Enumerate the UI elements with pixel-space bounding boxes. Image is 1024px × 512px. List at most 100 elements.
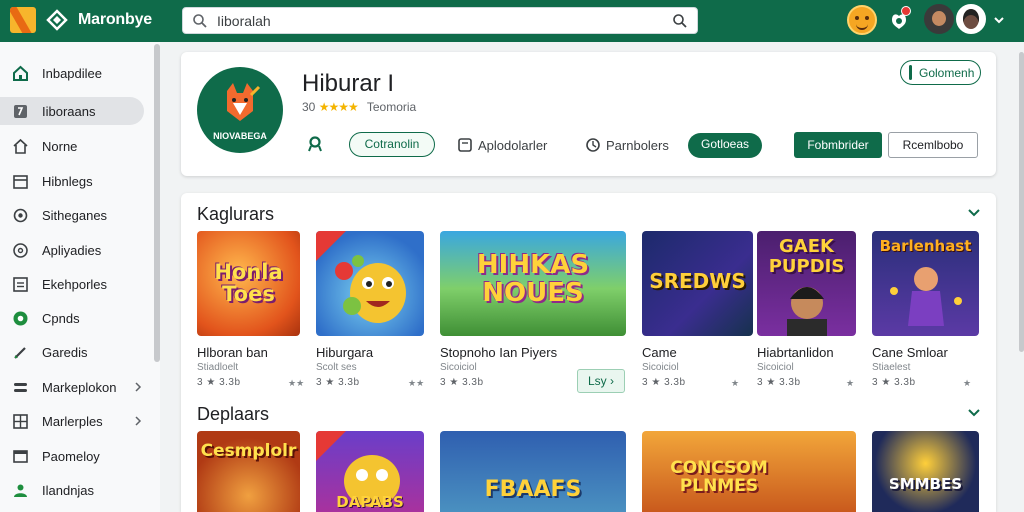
game-tile-art[interactable]: HIHKAS NOUES <box>440 231 626 336</box>
list-icon <box>13 277 28 292</box>
green-circle-icon <box>13 311 28 326</box>
download-icon: ★ <box>963 378 972 388</box>
rating-number: 30 <box>302 100 316 114</box>
game-title[interactable]: Stopnoho Ian Piyers <box>440 345 557 360</box>
game-art-title: SREDWS <box>649 269 746 293</box>
sidebar-item-iiboraans[interactable]: Iiboraans <box>0 97 144 125</box>
download-icon: ★ <box>846 378 855 388</box>
game-rating: 3 ★ 3.3b <box>197 377 241 388</box>
sidebar-item-apliyadies[interactable]: Apliyadies <box>0 236 144 264</box>
home-icon <box>13 65 28 81</box>
search-icon <box>193 14 207 28</box>
search-submit-icon[interactable] <box>672 13 688 29</box>
game-tile-art[interactable]: FBAAFS <box>440 431 626 512</box>
game-art-title: FBAAFS <box>484 477 582 502</box>
game-art-title: HIHKAS NOUES <box>476 250 590 308</box>
sidebar-item-marlerples[interactable]: Marlerples <box>0 407 144 435</box>
follow-button[interactable]: Cotranolin <box>349 132 435 157</box>
app-title: Hiburar I <box>302 70 395 97</box>
game-title[interactable]: Came <box>642 345 677 360</box>
game-rating: 3 ★ 3.3b <box>872 377 916 388</box>
sidebar-item-inbapdilee[interactable]: Inbapdilee <box>0 59 144 87</box>
sidebar-item-cpnds[interactable]: Cpnds <box>0 304 144 332</box>
game-title[interactable]: Hiabrtanlidon <box>757 345 834 360</box>
install-button[interactable]: Lsy › <box>577 369 625 393</box>
sidebar-item-ekehporles[interactable]: Ekehporles <box>0 270 144 298</box>
cartoon-character-icon <box>316 231 406 323</box>
sidebar-item-norne[interactable]: Norne <box>0 132 144 160</box>
sidebar-item-label: Sitheganes <box>42 208 108 223</box>
sidebar-item-label: Apliyadies <box>42 243 102 258</box>
parameters-link[interactable]: Parnbolers <box>606 138 669 153</box>
page-scrollbar[interactable] <box>1019 52 1024 352</box>
gear-icon <box>13 208 28 223</box>
document-icon <box>458 138 472 152</box>
sidebar-item-label: Iiboraans <box>42 104 96 119</box>
emoji-avatar-icon[interactable] <box>847 5 877 35</box>
sidebar-item-paomeloy[interactable]: Paomeloy <box>0 442 144 470</box>
layers-icon <box>14 383 27 392</box>
game-tile-art[interactable]: Cesmplolr <box>197 431 300 512</box>
game-tile-art[interactable]: Barlenhast <box>872 231 979 336</box>
sidebar-item-sitheganes[interactable]: Sitheganes <box>0 201 144 229</box>
game-art-title: CONCSOM PLNMES <box>670 458 768 496</box>
section-title: Deplaars <box>197 404 270 424</box>
chevron-down-icon[interactable] <box>967 408 981 418</box>
game-tile-art[interactable] <box>316 231 424 336</box>
download-icon: ★ <box>731 378 740 388</box>
chevron-right-icon <box>135 382 142 392</box>
game-title[interactable]: Cane Smloar <box>872 345 948 360</box>
sidebar-item-label: Paomeloy <box>42 449 100 464</box>
status-pill-button[interactable]: Golomenh <box>900 60 981 85</box>
app-logo-text: NIOVABEGA <box>213 131 267 141</box>
game-tile-art[interactable]: SREDWS <box>642 231 753 336</box>
chevron-down-icon[interactable] <box>967 208 981 218</box>
user-pin-icon[interactable] <box>306 135 324 153</box>
primary-action-button[interactable]: Fobmbrider <box>794 132 882 158</box>
book-icon <box>14 105 27 118</box>
sidebar-scrollbar[interactable] <box>154 44 160 362</box>
notification-dot-icon <box>901 6 911 16</box>
sidebar-item-label: Cpnds <box>42 311 80 326</box>
calendar-icon <box>13 175 28 189</box>
search-bar[interactable]: Iiboralah <box>182 7 698 34</box>
profile-avatar-icon[interactable] <box>956 4 986 34</box>
game-title[interactable]: Hlboran ban <box>197 345 268 360</box>
secondary-action-button[interactable]: Rcemlbobo <box>888 132 978 158</box>
user-avatar-icon[interactable] <box>924 4 954 34</box>
section-title: Kaglurars <box>197 204 275 224</box>
house-icon <box>13 138 28 154</box>
help-icon <box>13 243 28 258</box>
sidebar-item-markeplokon[interactable]: Markeplokon <box>0 373 144 401</box>
fox-mascot-icon <box>227 83 261 121</box>
game-tile-art[interactable]: DAPABS <box>316 431 424 512</box>
game-developer: Sicoiciol <box>642 362 679 373</box>
sidebar-item-label: Marlerples <box>42 414 103 429</box>
sidebar-item-label: Ilandnjas <box>42 483 95 498</box>
app-category: Teomoria <box>366 100 417 114</box>
logo-icon[interactable] <box>10 7 36 33</box>
sidebar-item-garedis[interactable]: Garedis <box>0 338 144 366</box>
download-icon: ★★ <box>408 378 425 388</box>
app-logo: NIOVABEGA <box>197 67 283 153</box>
window-icon <box>13 450 28 463</box>
game-developer: Sicoiciol <box>440 362 477 373</box>
game-tile-art[interactable]: Honla Toes <box>197 231 300 336</box>
download-icon: ★★ <box>288 378 305 388</box>
game-art-title: SMMBES <box>888 475 963 493</box>
game-tile-art[interactable]: GAEK PUPDIS <box>757 231 856 336</box>
applications-link[interactable]: Aplodolarler <box>478 138 547 153</box>
sidebar-item-label: Hibnlegs <box>42 174 93 189</box>
game-rating: 3 ★ 3.3b <box>440 377 484 388</box>
game-developer: Scolt ses <box>316 362 357 373</box>
game-rating: 3 ★ 3.3b <box>642 377 686 388</box>
grid-icon <box>13 414 28 429</box>
search-input[interactable]: Iiboralah <box>217 13 271 29</box>
sidebar-item-hibnlegs[interactable]: Hibnlegs <box>0 167 144 195</box>
game-tile-art[interactable]: CONCSOM PLNMES <box>642 431 856 512</box>
game-tile-art[interactable]: SMMBES <box>872 431 979 512</box>
game-title[interactable]: Hiburgara <box>316 345 373 360</box>
sidebar-item-ilandnjas[interactable]: Ilandnjas <box>0 476 144 504</box>
category-button[interactable]: Gotloeas <box>688 133 762 158</box>
chevron-down-icon[interactable] <box>992 13 1006 27</box>
